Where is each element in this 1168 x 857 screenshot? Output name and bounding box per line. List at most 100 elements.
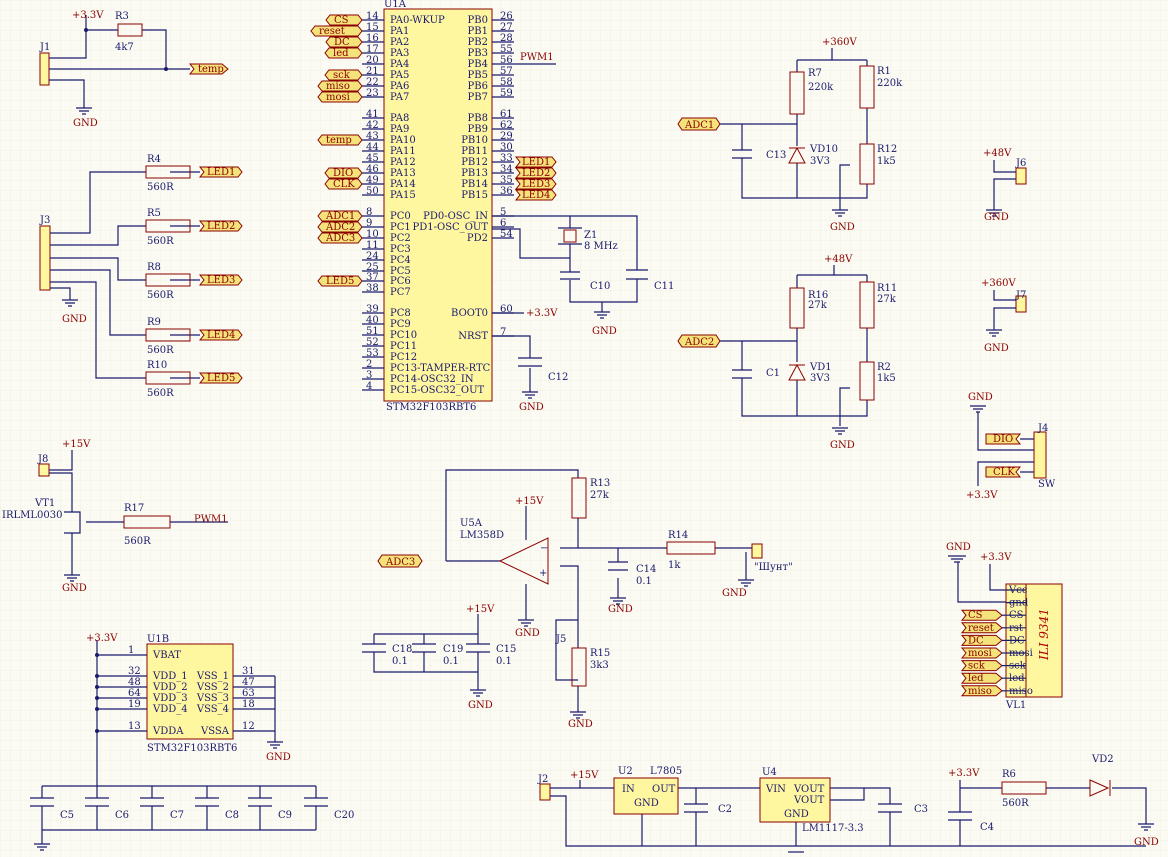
u1a-pin-name: PA9 bbox=[390, 124, 409, 135]
svg-text:C18: C18 bbox=[392, 644, 412, 655]
svg-text:IN: IN bbox=[622, 784, 635, 795]
svg-text:+15V: +15V bbox=[515, 496, 544, 507]
net-label: LED2 bbox=[207, 221, 235, 232]
svg-text:LM358D: LM358D bbox=[460, 530, 504, 541]
svg-text:4k7: 4k7 bbox=[115, 42, 134, 53]
j1-ref: J1 bbox=[39, 42, 50, 53]
capacitor-ref: C7 bbox=[170, 810, 184, 821]
u1b-pin-num: 31 bbox=[242, 666, 255, 677]
resistor-value: 560R bbox=[147, 345, 174, 356]
u1b-pin-name: VDD_4 bbox=[152, 704, 188, 715]
svg-text:U1A: U1A bbox=[384, 0, 407, 10]
u1a-pin-name: PC11 bbox=[390, 341, 417, 352]
u1a-pin-name: PB8 bbox=[468, 113, 488, 124]
u1a-pin-name: PC6 bbox=[390, 276, 411, 287]
svg-text:IRLML0030: IRLML0030 bbox=[2, 510, 62, 521]
svg-text:560R: 560R bbox=[124, 536, 151, 547]
u1a-pin-num: 50 bbox=[366, 186, 379, 197]
u1a-pin-name: PB2 bbox=[468, 37, 488, 48]
svg-text:GND: GND bbox=[634, 798, 659, 809]
u1b-pin-name: VSSA bbox=[200, 726, 230, 737]
svg-text:GND: GND bbox=[468, 700, 493, 711]
svg-text:220k: 220k bbox=[808, 82, 834, 93]
resistor-value: 560R bbox=[147, 236, 174, 247]
svg-text:CLK: CLK bbox=[993, 467, 1015, 478]
svg-text:R1: R1 bbox=[877, 66, 891, 77]
u1a-pin-num: 24 bbox=[366, 251, 379, 262]
u1a-pin-name: PB14 bbox=[461, 179, 488, 190]
svg-text:GND: GND bbox=[519, 402, 544, 413]
u1a-pin-num: 33 bbox=[500, 153, 513, 164]
svg-text:J8: J8 bbox=[37, 454, 48, 465]
capacitor-ref: C6 bbox=[115, 810, 129, 821]
svg-text:R11: R11 bbox=[877, 283, 897, 294]
resistor-ref: R10 bbox=[147, 360, 167, 371]
net-label: led bbox=[968, 673, 984, 684]
u1b-pin-num: 64 bbox=[128, 688, 141, 699]
u1a-pin-name: PB6 bbox=[468, 81, 488, 92]
svg-text:GND: GND bbox=[592, 326, 617, 337]
u1a-pin-name: PB7 bbox=[468, 92, 488, 103]
u1a-pin-name: PA10 bbox=[390, 135, 416, 146]
u1b-pin-name: VSS_3 bbox=[196, 693, 229, 704]
svg-text:+3.3V: +3.3V bbox=[86, 633, 118, 644]
svg-text:+3.3V: +3.3V bbox=[72, 10, 104, 21]
u1a-pin-name: PC15-OSC32_OUT bbox=[390, 385, 485, 396]
svg-text:J4: J4 bbox=[1037, 423, 1048, 434]
svg-text:C12: C12 bbox=[548, 372, 568, 383]
svg-text:8 MHz: 8 MHz bbox=[584, 241, 618, 252]
u1b-pin-name: VBAT bbox=[152, 650, 181, 661]
u1b-pin-num: 1 bbox=[128, 645, 134, 656]
u1a-pin-num: 2 bbox=[366, 359, 372, 370]
resistor-ref: R4 bbox=[147, 154, 161, 165]
u1a-pin-name: PD1-OSC_OUT bbox=[413, 222, 489, 233]
u1a-pin-num: 59 bbox=[500, 88, 513, 99]
svg-text:R6: R6 bbox=[1002, 769, 1016, 780]
svg-text:27k: 27k bbox=[590, 490, 610, 501]
svg-text:C11: C11 bbox=[654, 281, 674, 292]
u1a-pin-num: 28 bbox=[500, 33, 513, 44]
u1a-pin-name: PB4 bbox=[468, 59, 488, 70]
u1a-pin-num: 43 bbox=[366, 131, 379, 142]
u1b-pin-num: 48 bbox=[128, 677, 141, 688]
svg-text:1k5: 1k5 bbox=[877, 156, 896, 167]
svg-text:R2: R2 bbox=[877, 362, 891, 373]
svg-text:0.1: 0.1 bbox=[496, 656, 512, 667]
u1a-pin-name: PD0-OSC_IN bbox=[423, 211, 488, 222]
u1a-pin-num: 36 bbox=[500, 186, 513, 197]
svg-text:SW: SW bbox=[1038, 479, 1056, 490]
net-label: PWM1 bbox=[520, 52, 554, 63]
net-label: LED1 bbox=[522, 157, 550, 168]
u1a-pin-num: 40 bbox=[366, 315, 379, 326]
svg-text:C14: C14 bbox=[636, 564, 656, 575]
u1a-pin-name: PB10 bbox=[461, 135, 488, 146]
u1a-pin-num: 57 bbox=[500, 66, 513, 77]
net-label: ADC2 bbox=[325, 222, 355, 233]
net-label: sck bbox=[333, 70, 351, 81]
svg-text:U1B: U1B bbox=[147, 634, 169, 645]
svg-text:C13: C13 bbox=[766, 150, 786, 161]
svg-text:1k: 1k bbox=[668, 560, 681, 571]
u1a-pin-num: 26 bbox=[500, 11, 513, 22]
vl1-pin-name: gnd bbox=[1009, 598, 1029, 609]
u1b-pin-num: 63 bbox=[242, 688, 255, 699]
u1a-pin-name: PB3 bbox=[468, 48, 488, 59]
svg-text:C2: C2 bbox=[718, 804, 732, 815]
net-label: DC bbox=[334, 37, 350, 48]
svg-text:VD10: VD10 bbox=[809, 144, 838, 155]
svg-text:27k: 27k bbox=[877, 294, 897, 305]
schematic-sheet: J1 +3.3V R3 4k7 temp GND J3 GND R4 560R LE… bbox=[0, 0, 1168, 857]
svg-text:+15V: +15V bbox=[570, 770, 599, 781]
u1b-pin-name: VDD_1 bbox=[152, 671, 188, 682]
u1a-pin-name: PC8 bbox=[390, 308, 411, 319]
u1b-pin-name: VSS_2 bbox=[196, 682, 229, 693]
u1b-pin-num: 13 bbox=[128, 721, 141, 732]
svg-text:GND: GND bbox=[62, 314, 87, 325]
svg-text:+360V: +360V bbox=[981, 278, 1016, 289]
resistor-ref: R5 bbox=[147, 208, 161, 219]
svg-text:R3: R3 bbox=[115, 11, 129, 22]
u1a-pin-name: PB1 bbox=[468, 26, 488, 37]
u1a-pin-num: 41 bbox=[366, 109, 379, 120]
u1a-pin-name: PB12 bbox=[461, 157, 488, 168]
u1b-pin-num: 32 bbox=[128, 666, 141, 677]
